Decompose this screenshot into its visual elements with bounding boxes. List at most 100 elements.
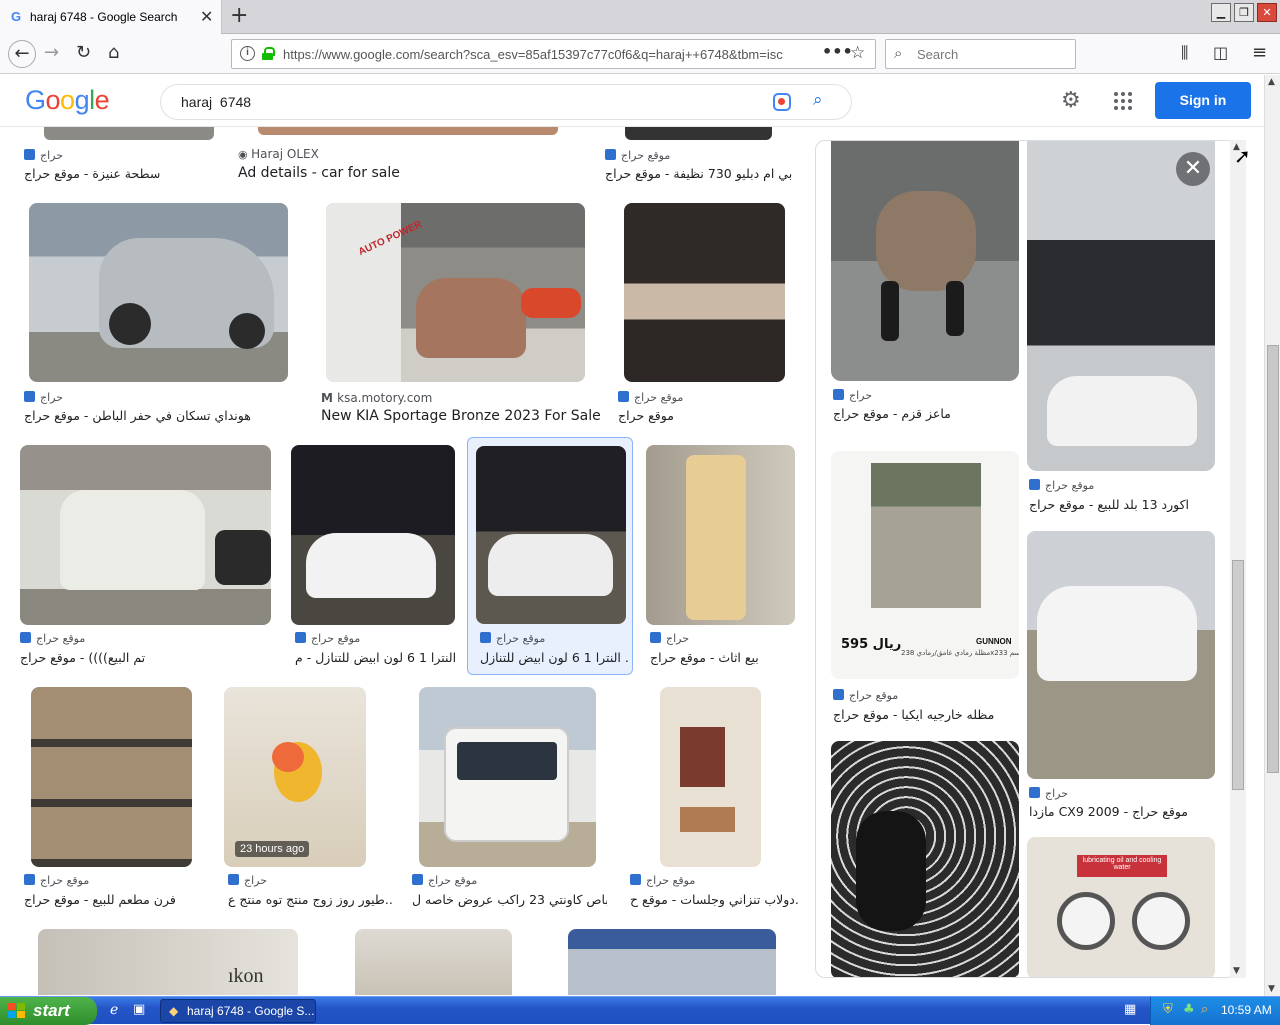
google-apps-icon[interactable]	[1114, 92, 1132, 110]
related-image[interactable]	[831, 741, 1019, 977]
result-image[interactable]	[31, 687, 192, 867]
result-title[interactable]: بي ام دبليو 730 نظيفة - موقع حراج	[605, 166, 800, 181]
result-image[interactable]	[29, 203, 288, 382]
result-source[interactable]: موقع حراج	[480, 632, 545, 645]
result-image[interactable]: ıkon	[38, 929, 298, 995]
result-card[interactable]	[568, 929, 776, 995]
site-info-icon[interactable]: i	[240, 46, 255, 61]
forward-button[interactable]: →	[44, 43, 59, 63]
back-button[interactable]: ←	[8, 40, 36, 68]
url-text[interactable]: https://www.google.com/search?sca_esv=85…	[283, 47, 818, 62]
start-button[interactable]: start	[0, 997, 97, 1025]
result-title[interactable]: هونداي تسكان في حفر الباطن - موقع حراج	[24, 408, 294, 423]
result-title[interactable]: باص كاونتي 23 راكب عروض خاصه ل...	[412, 892, 607, 907]
result-source[interactable]: حراج	[650, 632, 689, 645]
result-source[interactable]: موقع حراج	[295, 632, 360, 645]
result-card[interactable]: حراج سطحة عنيزة - موقع حراج	[20, 127, 220, 187]
result-image[interactable]	[258, 127, 558, 135]
ie-quicklaunch-icon[interactable]: ℯ	[110, 1002, 118, 1018]
related-card[interactable]: حراج مازدا CX9 2009 - موقع حراج	[1027, 531, 1217, 831]
result-card[interactable]: ıkon	[38, 929, 298, 995]
settings-gear-icon[interactable]: ⚙	[1061, 88, 1081, 113]
result-title[interactable]: سطحة عنيزة - موقع حراج	[24, 166, 219, 181]
related-image[interactable]	[1027, 531, 1215, 779]
related-card[interactable]	[831, 741, 1021, 977]
result-card[interactable]: موقع حراج باص كاونتي 23 راكب عروض خاصه ل…	[408, 687, 608, 912]
result-image[interactable]	[625, 127, 772, 140]
home-icon[interactable]: ⌂	[108, 43, 119, 63]
result-title[interactable]: النترا 1 6 لون ابيض للتنازل ...	[480, 650, 628, 665]
result-image[interactable]	[355, 929, 512, 995]
related-title[interactable]: مظله خارجيه ايكيا - موقع حراج	[833, 707, 1018, 722]
result-source[interactable]: موقع حراج	[24, 874, 89, 887]
result-image[interactable]	[44, 127, 214, 140]
scroll-down-icon[interactable]: ▼	[1233, 966, 1240, 976]
related-source[interactable]: موقع حراج	[1029, 479, 1094, 492]
search-tray-icon[interactable]: ⌕	[1201, 1002, 1208, 1017]
result-card-selected[interactable]: موقع حراج النترا 1 6 لون ابيض للتنازل ..…	[467, 437, 633, 675]
search-submit-icon[interactable]: ⌕	[813, 90, 823, 110]
result-image[interactable]	[646, 445, 795, 625]
scroll-down-icon[interactable]: ▼	[1268, 984, 1275, 994]
result-title[interactable]: طيور روز زوج منتج توه منتج ع...	[228, 892, 393, 907]
result-source[interactable]: موقع حراج	[618, 391, 683, 404]
minimize-button[interactable]: ▁	[1211, 3, 1231, 22]
result-source[interactable]: موقع حراج	[605, 149, 670, 162]
related-image[interactable]: lubricating oil and cooling water	[1027, 837, 1215, 977]
google-logo[interactable]: Google	[25, 85, 110, 116]
result-title[interactable]: موقع حراج	[618, 408, 798, 423]
related-card[interactable]: lubricating oil and cooling water	[1027, 837, 1217, 977]
page-scrollbar[interactable]: ▲ ▼	[1264, 75, 1280, 996]
google-lens-icon[interactable]	[773, 93, 791, 111]
related-image[interactable]: 595 ريال GUNNON مظلة رمادي غامق/رمادي 23…	[831, 451, 1019, 679]
result-card[interactable]: موقع حراج موقع حراج	[614, 203, 799, 428]
result-card[interactable]: موقع حراج تم البيع)))) - موقع حراج	[16, 445, 281, 670]
google-search-input[interactable]: haraj 6748 ⌕	[160, 84, 852, 120]
taskbar-window-button[interactable]: ◆ haraj 6748 - Google S...	[160, 999, 316, 1023]
result-image[interactable]	[624, 203, 785, 382]
window-close-button[interactable]: ✕	[1257, 3, 1277, 22]
result-image[interactable]	[419, 687, 596, 867]
related-title[interactable]: مازدا CX9 2009 - موقع حراج	[1029, 804, 1214, 819]
result-image[interactable]	[20, 445, 271, 625]
panel-scrollbar[interactable]: ▲ ▼	[1230, 140, 1246, 978]
result-card[interactable]: حراج هونداي تسكان في حفر الباطن - موقع ح…	[20, 203, 295, 428]
result-source[interactable]: موقع حراج	[630, 874, 695, 887]
result-card[interactable]	[355, 929, 512, 995]
quicklaunch-icon[interactable]: ▣	[133, 1002, 145, 1017]
result-source[interactable]: ◉ Haraj OLEX	[238, 147, 319, 161]
result-card[interactable]: AUTO POWER M ksa.motory.com New KIA Spor…	[317, 203, 602, 428]
network-icon[interactable]: ♣	[1183, 1002, 1195, 1017]
result-image[interactable]: 23 hours ago	[224, 687, 366, 867]
related-source[interactable]: موقع حراج	[833, 689, 898, 702]
related-card[interactable]: موقع حراج اكورد 13 بلد للبيع - موقع حراج	[1027, 141, 1217, 521]
query-text[interactable]: haraj 6748	[181, 94, 251, 110]
result-source[interactable]: حراج	[24, 391, 63, 404]
bookmark-star-icon[interactable]: ☆	[850, 43, 865, 63]
browser-tab[interactable]: G haraj 6748 - Google Search ✕	[0, 0, 222, 34]
result-title[interactable]: تم البيع)))) - موقع حراج	[20, 650, 280, 665]
page-actions-icon[interactable]: •••	[822, 42, 853, 61]
result-image[interactable]	[660, 687, 761, 867]
result-image[interactable]: AUTO POWER	[326, 203, 585, 382]
result-title[interactable]: بيع اثاث - موقع حراج	[650, 650, 800, 665]
result-card[interactable]: موقع حراج دولاب تنزاني وجلسات - موقع ح..…	[626, 687, 801, 912]
related-card[interactable]: 595 ريال GUNNON مظلة رمادي غامق/رمادي 23…	[831, 451, 1021, 731]
result-title[interactable]: النترا 1 6 لون ابيض للتنازل - م...	[295, 650, 457, 665]
security-shield-icon[interactable]: ⛨	[1163, 1002, 1173, 1017]
related-source[interactable]: حراج	[1029, 787, 1068, 800]
result-card[interactable]: موقع حراج فرن مطعم للبيع - موقع حراج	[20, 687, 205, 912]
keyboard-icon[interactable]: ▦	[1124, 1002, 1136, 1017]
result-card[interactable]: ◉ Haraj OLEX Ad details - car for sale	[234, 127, 594, 187]
result-image[interactable]	[291, 445, 455, 625]
result-title[interactable]: New KIA Sportage Bronze 2023 For Sale ..…	[321, 408, 601, 424]
browser-search-box[interactable]: ⌕ Search	[885, 39, 1076, 69]
page-scroll-thumb[interactable]	[1267, 345, 1279, 773]
result-source[interactable]: موقع حراج	[412, 874, 477, 887]
result-source[interactable]: حراج	[24, 149, 63, 162]
close-preview-icon[interactable]: ✕	[1176, 152, 1210, 186]
related-title[interactable]: اكورد 13 بلد للبيع - موقع حراج	[1029, 497, 1214, 512]
new-tab-button[interactable]: +	[230, 3, 248, 28]
result-card[interactable]: موقع حراج بي ام دبليو 730 نظيفة - موقع ح…	[601, 127, 801, 187]
result-card[interactable]: حراج بيع اثاث - موقع حراج	[646, 445, 801, 670]
